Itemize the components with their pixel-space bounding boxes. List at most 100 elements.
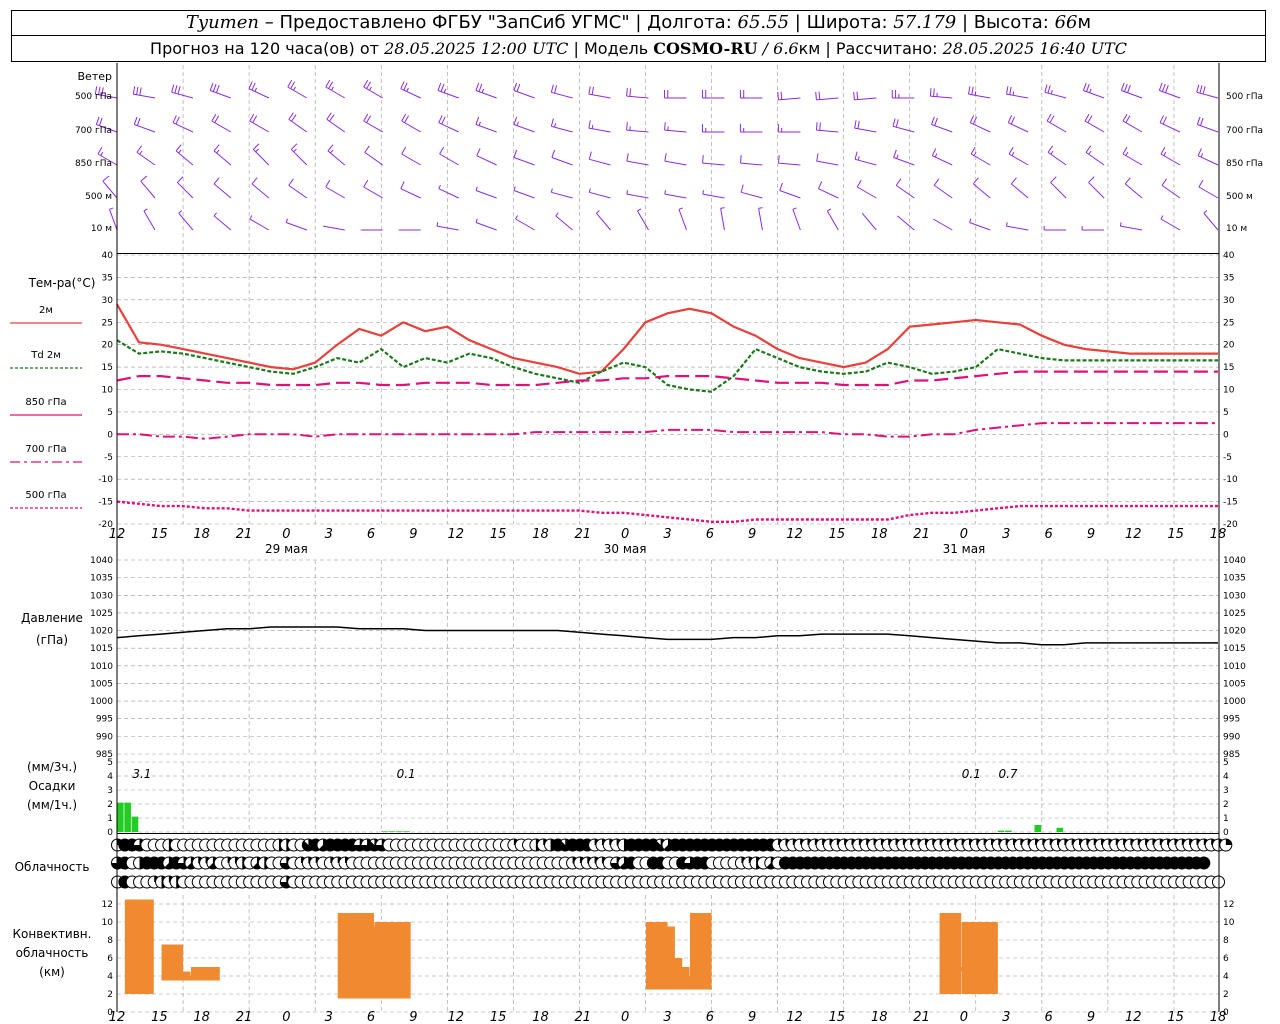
pres-ytick-left: 1040 xyxy=(90,556,113,566)
precip-bar xyxy=(395,831,403,832)
wind-barb xyxy=(248,81,270,99)
wind-barb-feather xyxy=(325,179,331,188)
wind-barb-feather xyxy=(249,113,255,122)
temp-ytick-right: 15 xyxy=(1223,363,1234,373)
wind-barb-staff xyxy=(720,208,725,231)
label-precip: Осадки xyxy=(29,779,76,793)
wind-barb-feather xyxy=(1127,85,1131,93)
wind-barb xyxy=(211,113,232,133)
wind-level-label-left: 500 гПа xyxy=(75,92,112,102)
wind-barb xyxy=(1158,82,1181,99)
pres-ytick-right: 1030 xyxy=(1223,591,1246,601)
xtick-temp: 6 xyxy=(706,527,714,542)
wind-barb-staff xyxy=(932,218,953,231)
wind-barb xyxy=(1084,113,1105,133)
wind-barb-half xyxy=(481,88,485,93)
wind-barb-staff xyxy=(816,160,839,166)
wind-barb-feather xyxy=(287,79,293,88)
wind-barb xyxy=(323,225,345,231)
wind-barb-half xyxy=(213,212,217,217)
pres-ytick-right: 1035 xyxy=(1223,574,1246,584)
xtick-bottom: 0 xyxy=(282,1010,290,1024)
wind-barb-feather xyxy=(591,86,595,95)
wind-barb xyxy=(596,210,611,231)
wind-barb xyxy=(1043,226,1067,231)
wind-barb xyxy=(702,155,725,166)
wind-barb xyxy=(739,90,763,99)
wind-barb-feather xyxy=(1049,115,1055,123)
wind-barb xyxy=(400,181,421,199)
precip-bar xyxy=(124,802,131,832)
cloud-symbol xyxy=(1197,856,1211,870)
wind-barb-half xyxy=(896,154,899,159)
wind-barb xyxy=(175,144,194,166)
temp-2m-line xyxy=(116,303,1218,375)
wind-barb xyxy=(177,176,194,199)
wind-barb-staff xyxy=(555,215,573,231)
wind-barb xyxy=(1122,113,1143,133)
wind-barb xyxy=(588,188,611,199)
wind-barb xyxy=(325,79,346,99)
wind-barb-feather xyxy=(364,145,370,153)
wind-barb-feather xyxy=(933,88,935,97)
wind-barb-feather xyxy=(95,116,100,125)
wind-barb-half xyxy=(438,184,441,189)
wind-barb-staff xyxy=(973,183,991,199)
wind-barb xyxy=(931,148,953,166)
wind-barb xyxy=(968,86,991,99)
wind-barb-feather xyxy=(251,82,256,91)
convective-panel xyxy=(124,899,998,999)
temp-ytick-right: 35 xyxy=(1223,273,1234,283)
temp-ytick-right: 0 xyxy=(1223,430,1229,440)
conv-bar xyxy=(132,899,154,994)
wind-barb-staff xyxy=(551,191,573,199)
wind-barb xyxy=(213,144,232,166)
xtick-temp: 21 xyxy=(236,527,253,542)
wind-level-label-left: 700 гПа xyxy=(75,126,112,136)
temp-ytick-left: -5 xyxy=(104,453,113,463)
xtick-temp: 15 xyxy=(490,527,507,542)
wind-barb xyxy=(1124,177,1143,199)
prec-ytick-right: 4 xyxy=(1223,772,1229,782)
xtick-temp: 9 xyxy=(1087,527,1095,542)
wind-barb-feather xyxy=(215,85,220,93)
wind-barb-staff xyxy=(251,183,270,199)
wind-barb-staff xyxy=(1088,182,1105,199)
wind-barb-staff xyxy=(213,183,232,199)
wind-barb-staff xyxy=(513,157,535,166)
wind-barb-staff xyxy=(285,222,307,231)
xtick-bottom: 3 xyxy=(663,1010,671,1024)
wind-barb xyxy=(171,84,194,99)
precip-bar xyxy=(1034,825,1042,832)
wind-barb-staff xyxy=(288,184,308,199)
wind-barb-feather xyxy=(895,178,902,186)
wind-barb-half xyxy=(475,218,478,223)
wind-barb-feather xyxy=(291,114,297,122)
wind-barb-feather xyxy=(1050,176,1057,183)
wind-barb-feather xyxy=(1047,145,1054,153)
wind-barb xyxy=(515,215,535,231)
temp-ytick-left: 0 xyxy=(107,430,113,440)
wind-barb xyxy=(143,208,156,231)
wind-barb-feather xyxy=(252,115,258,123)
prec-ytick-right: 1 xyxy=(1223,814,1229,824)
wind-barb-feather xyxy=(325,79,331,88)
xtick-bottom: 18 xyxy=(871,1010,888,1024)
temp-700-line xyxy=(117,422,1218,440)
prec-ytick-left: 5 xyxy=(107,758,113,768)
wind-barb xyxy=(1081,226,1105,231)
xtick-bottom: 0 xyxy=(960,1010,968,1024)
wind-barb xyxy=(287,79,308,99)
temp-ytick-right: 30 xyxy=(1223,296,1235,306)
wind-barb xyxy=(663,90,687,99)
wind-barb-half xyxy=(1125,151,1129,156)
temp-ytick-right: 40 xyxy=(1223,251,1235,261)
precip-bar xyxy=(388,831,396,832)
wind-barb xyxy=(678,207,687,231)
wind-barb-staff xyxy=(1083,90,1105,99)
wind-barb xyxy=(1196,116,1219,133)
wind-barb xyxy=(758,207,763,231)
wind-barb xyxy=(1119,222,1143,231)
wind-barb-feather xyxy=(175,144,182,152)
wind-barb-feather xyxy=(140,175,148,182)
